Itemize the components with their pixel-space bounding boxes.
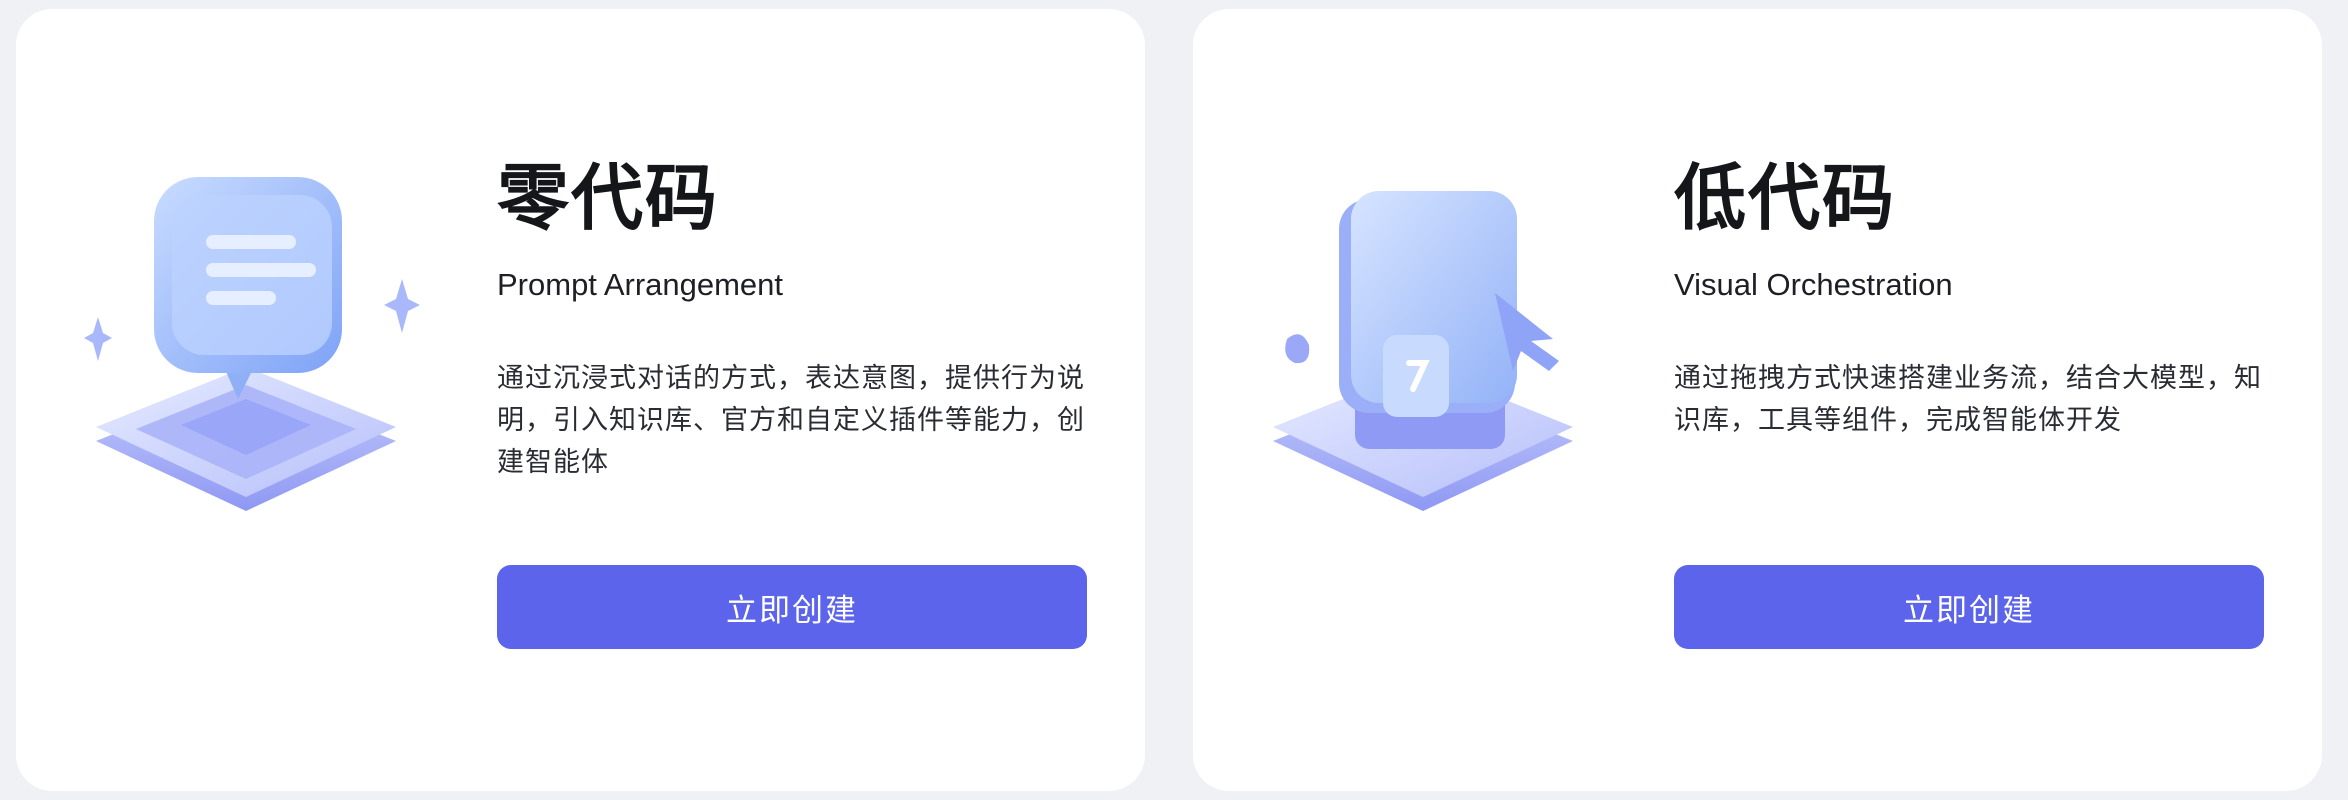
card-subtitle: Prompt Arrangement — [497, 267, 784, 302]
card-description: 通过沉浸式对话的方式，表达意图，提供行为说明，引入知识库、官方和自定义插件等能力… — [497, 363, 1085, 477]
create-now-button[interactable]: 立即创建 — [1674, 565, 2264, 649]
chat-bubble-icon — [66, 149, 466, 549]
card-description: 通过拖拽方式快速搭建业务流，结合大模型，知识库，工具等组件，完成智能体开发 — [1674, 363, 2262, 435]
zero-code-card: 零代码 Prompt Arrangement 通过沉浸式对话的方式，表达意图，提… — [16, 9, 1145, 791]
drag-cursor-icon — [1243, 149, 1643, 549]
low-code-card: 低代码 Visual Orchestration 通过拖拽方式快速搭建业务流，结… — [1193, 9, 2322, 791]
card-subtitle: Visual Orchestration — [1674, 267, 1953, 302]
card-title: 低代码 — [1674, 159, 1897, 239]
card-title: 零代码 — [497, 159, 720, 239]
create-now-button[interactable]: 立即创建 — [497, 565, 1087, 649]
